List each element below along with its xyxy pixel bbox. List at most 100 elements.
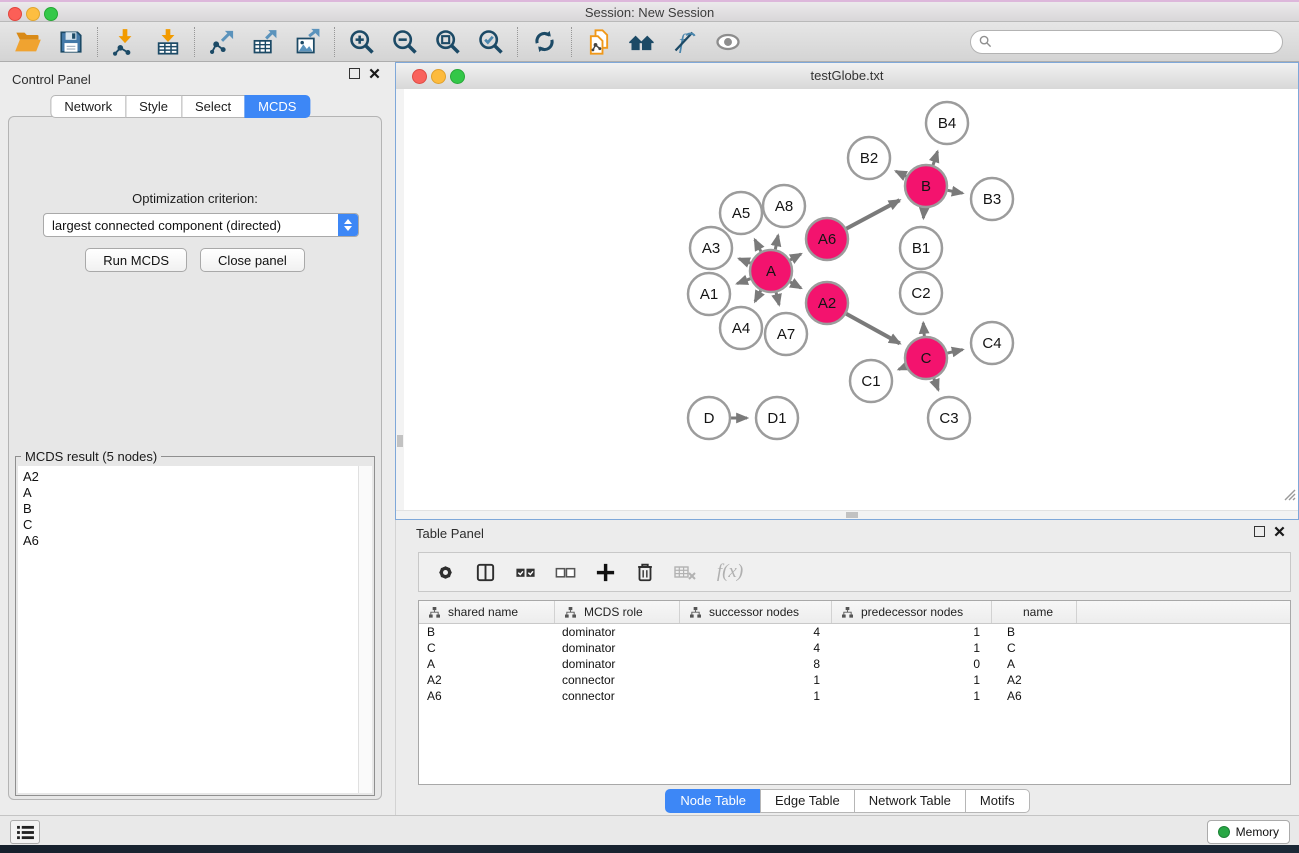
scroll-thumb[interactable]	[846, 512, 858, 518]
close-panel-icon[interactable]	[1274, 526, 1285, 537]
delete-column-icon[interactable]	[627, 556, 663, 588]
table-cell[interactable]: B	[992, 624, 1077, 640]
column-header-shared-name[interactable]: shared name	[419, 601, 555, 623]
mcds-result-item[interactable]: A	[23, 485, 358, 501]
graph-edge-C-C3[interactable]	[934, 379, 938, 391]
table-tab-edge-table[interactable]: Edge Table	[760, 789, 855, 813]
delete-table-icon[interactable]	[667, 556, 703, 588]
apply-layout-icon[interactable]	[523, 25, 566, 59]
network-window-titlebar[interactable]: testGlobe.txt	[396, 63, 1298, 90]
graph-edge-A-A3[interactable]	[739, 259, 751, 263]
graph-node-C3[interactable]: C3	[928, 397, 970, 439]
table-tab-network-table[interactable]: Network Table	[854, 789, 966, 813]
table-row[interactable]: Bdominator41B	[419, 624, 1290, 640]
deselect-all-rows-icon[interactable]	[547, 556, 583, 588]
search-field[interactable]	[970, 30, 1283, 54]
zoom-fit-icon[interactable]	[426, 25, 469, 59]
table-cell[interactable]: dominator	[555, 624, 680, 640]
graph-edge-A-A1[interactable]	[737, 279, 750, 284]
export-image-icon[interactable]	[286, 25, 329, 59]
table-cell[interactable]: A6	[992, 688, 1077, 704]
add-column-icon[interactable]	[587, 556, 623, 588]
table-cell[interactable]: dominator	[555, 640, 680, 656]
zoom-selected-icon[interactable]	[469, 25, 512, 59]
graph-edge-B-B3[interactable]	[948, 190, 963, 193]
eye-icon[interactable]	[706, 25, 749, 59]
table-cell[interactable]: A2	[419, 672, 555, 688]
resize-grip-icon[interactable]	[1282, 487, 1296, 501]
mcds-result-scrollbar[interactable]	[358, 466, 372, 793]
graph-edge-A6-B[interactable]	[846, 200, 899, 228]
table-cell[interactable]: A6	[419, 688, 555, 704]
memory-button[interactable]: Memory	[1207, 820, 1290, 844]
network-graph[interactable]: AA1A2A3A4A5A6A7A8BB1B2B3B4CC1C2C3C4DD1	[404, 89, 1298, 513]
table-cell[interactable]: 1	[832, 688, 992, 704]
table-cell[interactable]: A	[992, 656, 1077, 672]
table-row[interactable]: A6connector11A6	[419, 688, 1290, 704]
graph-node-C2[interactable]: C2	[900, 272, 942, 314]
save-session-icon[interactable]	[49, 25, 92, 59]
table-row[interactable]: Cdominator41C	[419, 640, 1290, 656]
column-header-MCDS-role[interactable]: MCDS role	[555, 601, 680, 623]
table-cell[interactable]: 1	[680, 672, 832, 688]
tab-network[interactable]: Network	[50, 95, 126, 118]
table-cell[interactable]: 1	[832, 672, 992, 688]
table-cell[interactable]: C	[419, 640, 555, 656]
table-cell[interactable]: connector	[555, 672, 680, 688]
table-tab-motifs[interactable]: Motifs	[965, 789, 1030, 813]
export-table-icon[interactable]	[243, 25, 286, 59]
graph-edge-B-B2[interactable]	[896, 171, 906, 176]
column-header-name[interactable]: name	[992, 601, 1077, 623]
scroll-thumb[interactable]	[397, 435, 403, 447]
graph-node-B2[interactable]: B2	[848, 137, 890, 179]
mcds-result-item[interactable]: A6	[23, 533, 358, 549]
graph-node-C4[interactable]: C4	[971, 322, 1013, 364]
mcds-result-item[interactable]: B	[23, 501, 358, 517]
graph-node-A4[interactable]: A4	[720, 307, 762, 349]
close-panel-icon[interactable]	[369, 68, 380, 79]
tab-select[interactable]: Select	[181, 95, 245, 118]
graph-node-A2[interactable]: A2	[806, 282, 848, 324]
graph-node-B4[interactable]: B4	[926, 102, 968, 144]
graph-edge-A-A2[interactable]	[790, 282, 801, 288]
graph-edge-B-B1[interactable]	[923, 208, 924, 218]
graph-node-A5[interactable]: A5	[720, 192, 762, 234]
mcds-result-item[interactable]: C	[23, 517, 358, 533]
table-cell[interactable]: dominator	[555, 656, 680, 672]
graph-edge-C-C2[interactable]	[923, 323, 924, 336]
column-sort-icon[interactable]	[429, 607, 440, 618]
tab-style[interactable]: Style	[125, 95, 182, 118]
table-cell[interactable]: 1	[832, 640, 992, 656]
criterion-select[interactable]: largest connected component (directed)	[43, 213, 359, 237]
run-mcds-button[interactable]: Run MCDS	[85, 248, 187, 272]
import-table-icon[interactable]	[146, 25, 189, 59]
clone-network-icon[interactable]	[577, 25, 620, 59]
column-sort-icon[interactable]	[690, 607, 701, 618]
table-cell[interactable]: 0	[832, 656, 992, 672]
graph-edge-B-B4[interactable]	[933, 152, 938, 166]
graph-node-B1[interactable]: B1	[900, 227, 942, 269]
table-cell[interactable]: 4	[680, 640, 832, 656]
graph-node-D[interactable]: D	[688, 397, 730, 439]
float-panel-icon[interactable]	[349, 68, 360, 79]
graph-node-A3[interactable]: A3	[690, 227, 732, 269]
table-cell[interactable]: 1	[680, 688, 832, 704]
column-sort-icon[interactable]	[565, 607, 576, 618]
graph-node-C[interactable]: C	[905, 337, 947, 379]
table-cell[interactable]: connector	[555, 688, 680, 704]
table-cell[interactable]: 4	[680, 624, 832, 640]
column-header-predecessor-nodes[interactable]: predecessor nodes	[832, 601, 992, 623]
search-input[interactable]	[992, 34, 1274, 50]
table-cell[interactable]: C	[992, 640, 1077, 656]
close-panel-button[interactable]: Close panel	[200, 248, 305, 272]
task-history-button[interactable]	[10, 820, 40, 844]
column-sort-icon[interactable]	[842, 607, 853, 618]
table-cell[interactable]: B	[419, 624, 555, 640]
graph-node-A6[interactable]: A6	[806, 218, 848, 260]
graph-node-A1[interactable]: A1	[688, 273, 730, 315]
graph-edge-A-A8[interactable]	[775, 235, 778, 249]
import-network-icon[interactable]	[103, 25, 146, 59]
graph-node-C1[interactable]: C1	[850, 360, 892, 402]
graph-node-B[interactable]: B	[905, 165, 947, 207]
table-settings-gear-icon[interactable]	[427, 556, 463, 588]
